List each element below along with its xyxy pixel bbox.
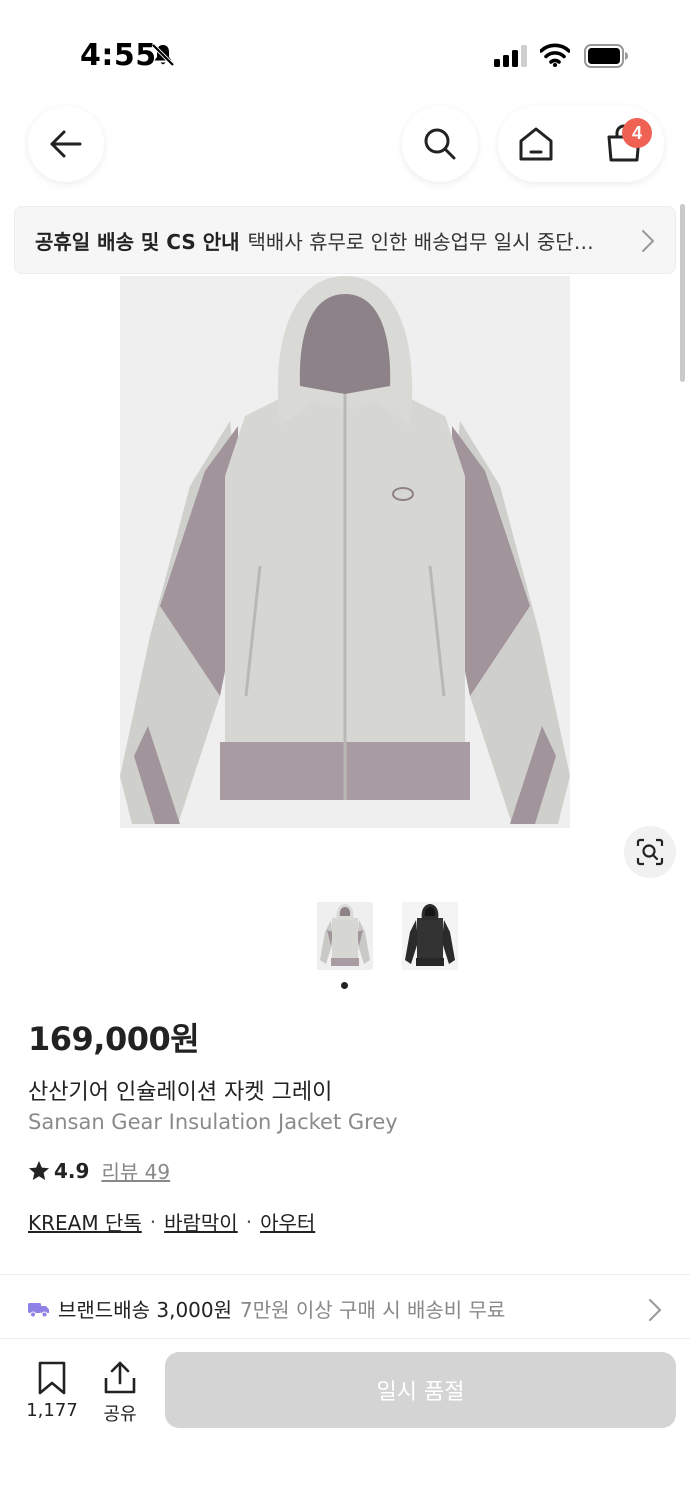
sold-out-button[interactable]: 일시 품절 xyxy=(165,1352,676,1428)
share-label: 공유 xyxy=(103,1404,137,1425)
scrollbar[interactable] xyxy=(680,204,685,382)
thumbnail-black-jacket[interactable] xyxy=(402,902,458,970)
shipping-note: 7만원 이상 구매 시 배송비 무료 xyxy=(240,1298,506,1322)
notice-banner[interactable]: 공휴일 배송 및 CS 안내 택배사 휴무로 인한 배송업무 일시 중단… xyxy=(14,206,676,274)
bookmark-count: 1,177 xyxy=(26,1400,78,1421)
battery-icon xyxy=(584,44,630,72)
truck-icon xyxy=(28,1302,49,1317)
wifi-icon xyxy=(539,43,571,71)
cart-count-badge: 4 xyxy=(622,118,652,148)
chevron-right-icon xyxy=(642,230,654,252)
review-link[interactable]: 리뷰 49 xyxy=(101,1156,170,1185)
tag-outer[interactable]: 아우터 xyxy=(260,1207,315,1236)
gallery-page-indicator xyxy=(341,982,348,989)
rating-value: 4.9 xyxy=(54,1158,90,1183)
status-time: 4:55 xyxy=(80,38,157,73)
rating-row: 4.9 리뷰 49 xyxy=(28,1156,170,1185)
share-icon xyxy=(104,1361,136,1394)
status-bar: 4:55 xyxy=(0,0,690,100)
product-price: 169,000원 xyxy=(28,1020,200,1058)
home-icon xyxy=(519,127,553,161)
thumbnail-grey-jacket[interactable] xyxy=(317,902,373,970)
chevron-right-icon xyxy=(649,1299,661,1321)
cellular-signal-icon xyxy=(494,45,528,71)
back-button[interactable] xyxy=(28,106,104,182)
shipping-info[interactable]: 브랜드배송 3,000원 7만원 이상 구매 시 배송비 무료 xyxy=(28,1294,505,1323)
product-image[interactable] xyxy=(120,276,570,828)
home-cart-group: 4 xyxy=(498,106,664,182)
lens-icon xyxy=(636,838,664,866)
product-name-english: Sansan Gear Insulation Jacket Grey xyxy=(28,1110,398,1134)
image-search-button[interactable] xyxy=(624,826,676,878)
search-button[interactable] xyxy=(402,106,478,182)
notice-title: 공휴일 배송 및 CS 안내 xyxy=(35,229,240,254)
bookmark-button[interactable] xyxy=(24,1360,80,1400)
bookmark-icon xyxy=(38,1361,66,1395)
search-icon xyxy=(424,128,456,160)
tag-kream-exclusive[interactable]: KREAM 단독 xyxy=(28,1207,142,1236)
star-icon xyxy=(29,1160,49,1180)
arrow-left-icon xyxy=(50,130,82,158)
tag-separator: · xyxy=(245,1209,253,1234)
tag-windbreaker[interactable]: 바람막이 xyxy=(164,1207,238,1236)
product-name-korean: 산산기어 인슐레이션 자켓 그레이 xyxy=(28,1080,333,1105)
home-button[interactable] xyxy=(516,124,556,168)
bell-off-icon xyxy=(150,42,176,72)
notice-text: 택배사 휴무로 인한 배송업무 일시 중단… xyxy=(247,229,594,254)
section-divider xyxy=(0,1274,690,1275)
share-button[interactable] xyxy=(96,1360,144,1400)
tag-separator: · xyxy=(149,1209,157,1234)
shipping-label: 브랜드배송 3,000원 xyxy=(58,1298,233,1322)
product-tags: KREAM 단독 · 바람막이 · 아우터 xyxy=(28,1207,315,1236)
